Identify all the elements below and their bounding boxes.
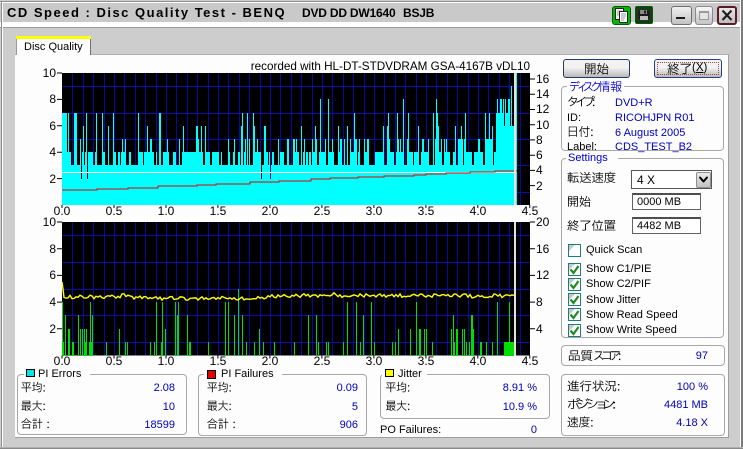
svg-text:4: 4	[49, 295, 56, 309]
svg-text:8: 8	[49, 242, 56, 256]
svg-text:16: 16	[536, 242, 550, 256]
svg-text:4: 4	[49, 145, 56, 159]
svg-text:8: 8	[536, 295, 543, 309]
svg-text:2: 2	[49, 322, 56, 336]
svg-text:4: 4	[536, 163, 543, 177]
svg-text:2: 2	[49, 172, 56, 186]
svg-text:recorded with HL-DT-STDVDRAM G: recorded with HL-DT-STDVDRAM GSA-4167B v…	[251, 60, 531, 73]
svg-text:12: 12	[536, 268, 550, 282]
svg-text:10: 10	[536, 118, 550, 132]
svg-text:6: 6	[536, 148, 543, 162]
svg-text:12: 12	[536, 102, 550, 116]
svg-text:6: 6	[49, 268, 56, 282]
svg-text:14: 14	[536, 87, 550, 101]
svg-text:2: 2	[536, 179, 543, 193]
svg-text:8: 8	[536, 133, 543, 147]
svg-text:8: 8	[49, 92, 56, 106]
svg-text:6: 6	[49, 119, 56, 133]
svg-text:4: 4	[536, 322, 543, 336]
svg-text:10: 10	[43, 66, 57, 80]
svg-text:16: 16	[536, 72, 550, 86]
